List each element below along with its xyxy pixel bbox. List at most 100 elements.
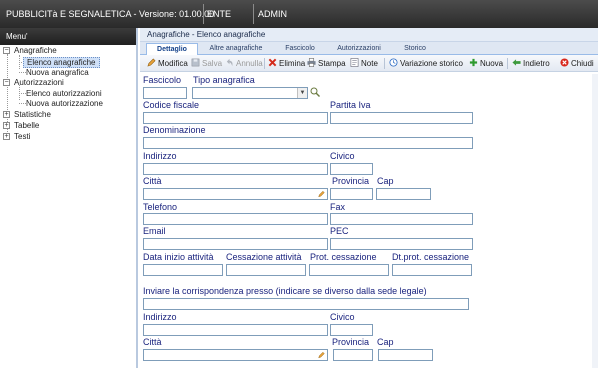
data-inizio-field[interactable] — [143, 264, 223, 281]
variazione-storico-button[interactable]: Variazione storico — [389, 58, 463, 68]
cessazione-attivita-input[interactable] — [227, 270, 305, 281]
tab-autorizzazioni[interactable]: Autorizzazioni — [330, 43, 388, 55]
data-inizio-input[interactable] — [144, 270, 222, 281]
printer-icon — [307, 58, 316, 67]
tree-node-label: Testi — [14, 132, 31, 141]
sidebar: Menu' − Anagrafiche Elenco anagrafiche Nu… — [0, 28, 138, 368]
annulla-button[interactable]: Annulla — [225, 58, 263, 68]
corrispondenza-label: Inviare la corrispondenza presso (indica… — [143, 286, 427, 296]
denominazione-label: Denominazione — [143, 125, 206, 135]
telefono-input[interactable] — [144, 219, 327, 230]
anagrafica-form: Fascicolo Tipo anagrafica ▼ Codice fisca… — [140, 74, 598, 368]
tab-storico[interactable]: Storico — [392, 43, 438, 55]
cessazione-attivita-field[interactable] — [226, 264, 306, 281]
cap-input[interactable] — [377, 194, 430, 205]
tree-node-anagrafiche[interactable]: − Anagrafiche — [3, 46, 57, 55]
elimina-label: Elimina — [279, 59, 306, 68]
vertical-scrollbar[interactable] — [592, 74, 598, 368]
partita-iva-input[interactable] — [331, 118, 472, 129]
salva-button[interactable]: Salva — [191, 58, 222, 68]
indirizzo-field[interactable] — [143, 163, 328, 180]
fascicolo-label: Fascicolo — [143, 75, 182, 85]
pec-field[interactable] — [330, 238, 473, 255]
dt-prot-cessazione-input[interactable] — [393, 270, 471, 281]
modifica-button[interactable]: Modifica — [147, 58, 188, 68]
sidebar-item-elenco-autorizzazioni[interactable]: Elenco autorizzazioni — [23, 89, 105, 98]
tree-node-testi[interactable]: + Testi — [3, 132, 30, 141]
chevron-down-icon[interactable]: ▼ — [297, 88, 307, 98]
provincia2-label: Provincia — [332, 337, 370, 347]
citta2-input[interactable] — [144, 355, 327, 366]
cap2-input[interactable] — [379, 355, 432, 366]
tree-node-autorizzazioni[interactable]: − Autorizzazioni — [3, 78, 64, 87]
indirizzo2-input[interactable] — [144, 330, 327, 341]
tree-node-label: Anagrafiche — [14, 46, 57, 55]
pencil-icon[interactable] — [318, 351, 325, 359]
annulla-label: Annulla — [236, 59, 263, 68]
indirizzo2-field[interactable] — [143, 324, 328, 341]
elimina-button[interactable]: Elimina — [268, 58, 305, 68]
tab-altre-anagrafiche[interactable]: Altre anagrafiche — [202, 43, 270, 55]
dt-prot-cessazione-field[interactable] — [392, 264, 472, 281]
chiudi-button[interactable]: Chiudi — [560, 58, 594, 68]
collapse-icon[interactable]: − — [3, 47, 10, 55]
provincia-field[interactable] — [330, 188, 373, 205]
tipo-anagrafica-label: Tipo anagrafica — [193, 75, 255, 85]
cap-field[interactable] — [376, 188, 431, 205]
chiudi-label: Chiudi — [571, 59, 594, 68]
pencil-icon[interactable] — [318, 190, 325, 198]
provincia2-field[interactable] — [333, 349, 373, 366]
sidebar-item-nuova-anagrafica[interactable]: Nuova anagrafica — [23, 68, 92, 77]
plus-icon — [469, 58, 478, 67]
page-title: Anagrafiche - Elenco anagrafiche — [140, 28, 598, 42]
prot-cessazione-field[interactable] — [309, 264, 389, 281]
expand-icon[interactable]: + — [3, 133, 10, 141]
sidebar-item-nuova-autorizzazione[interactable]: Nuova autorizzazione — [23, 99, 106, 108]
sidebar-title: Menu' — [0, 28, 136, 45]
indirizzo2-label: Indirizzo — [143, 312, 177, 322]
indirizzo-input[interactable] — [144, 169, 327, 180]
stampa-button[interactable]: Stampa — [307, 58, 346, 68]
fax-label: Fax — [330, 202, 346, 212]
provincia2-input[interactable] — [334, 355, 372, 366]
tree-node-tabelle[interactable]: + Tabelle — [3, 121, 39, 130]
fascicolo-field[interactable] — [143, 87, 187, 104]
citta2-field[interactable] — [143, 349, 328, 366]
search-icon[interactable] — [310, 87, 320, 97]
sidebar-item-elenco-anagrafiche[interactable]: Elenco anagrafiche — [23, 57, 100, 68]
cap2-field[interactable] — [378, 349, 433, 366]
indietro-button[interactable]: Indietro — [512, 58, 550, 68]
cap-label: Cap — [377, 176, 394, 186]
corrispondenza-input[interactable] — [144, 304, 468, 315]
corrispondenza-field[interactable] — [143, 298, 469, 315]
note-button[interactable]: Note — [350, 58, 378, 68]
fax-input[interactable] — [331, 219, 472, 230]
nuova-label: Nuova — [480, 59, 504, 68]
close-icon — [560, 58, 569, 67]
tree-node-label: Autorizzazioni — [14, 78, 64, 87]
tab-fascicolo[interactable]: Fascicolo — [274, 43, 326, 55]
denominazione-input[interactable] — [144, 143, 472, 154]
tree-node-label: Statistiche — [14, 110, 51, 119]
indirizzo-label: Indirizzo — [143, 151, 177, 161]
expand-icon[interactable]: + — [3, 122, 10, 130]
floppy-icon — [191, 58, 200, 67]
civico2-field[interactable] — [330, 324, 373, 341]
indietro-label: Indietro — [523, 59, 550, 68]
prot-cessazione-input[interactable] — [310, 270, 388, 281]
codice-fiscale-field[interactable] — [143, 112, 328, 129]
nuova-button[interactable]: Nuova — [469, 58, 503, 68]
partita-iva-field[interactable] — [330, 112, 473, 129]
tree-node-statistiche[interactable]: + Statistiche — [3, 110, 51, 119]
telefono-field[interactable] — [143, 213, 328, 230]
tipo-anagrafica-select[interactable]: ▼ — [192, 87, 308, 99]
collapse-icon[interactable]: − — [3, 79, 10, 87]
fax-field[interactable] — [330, 213, 473, 230]
denominazione-field[interactable] — [143, 137, 473, 154]
codice-fiscale-label: Codice fiscale — [143, 100, 200, 110]
email-field[interactable] — [143, 238, 328, 255]
civico-field[interactable] — [330, 163, 373, 180]
expand-icon[interactable]: + — [3, 111, 10, 119]
pec-label: PEC — [330, 226, 349, 236]
citta-field[interactable] — [143, 188, 328, 205]
